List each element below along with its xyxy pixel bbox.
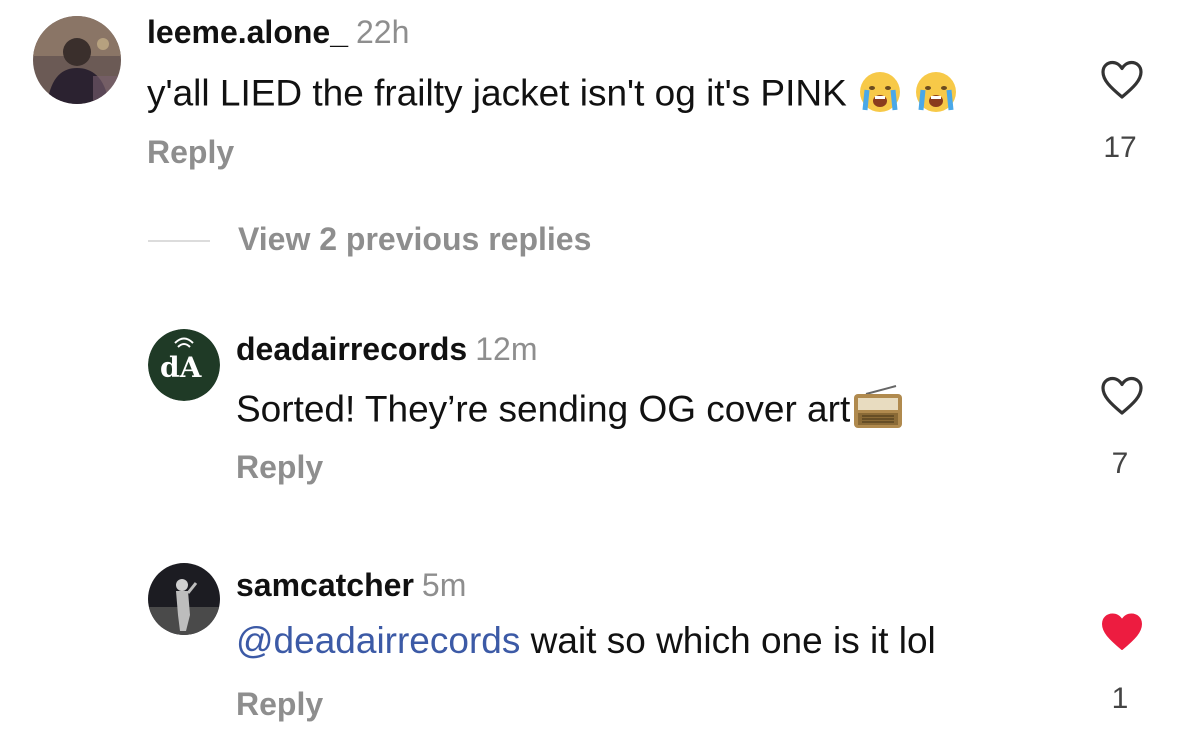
timestamp: 5m [421, 567, 467, 603]
comment-body: wait so which one is it lol [520, 620, 936, 661]
comment-body: y'all LIED the frailty jacket isn't og i… [147, 72, 847, 114]
avatar-photo [33, 16, 121, 104]
reply-button[interactable]: Reply [147, 134, 234, 171]
comment-meta: deadairrecords 12m [236, 331, 537, 368]
like-count: 1 [1111, 682, 1129, 715]
like-count: 17 [1103, 131, 1137, 164]
radio-emoji [852, 384, 904, 439]
mention-link[interactable]: @deadairrecords [236, 620, 520, 661]
comment-text: @deadairrecords wait so which one is it … [236, 620, 936, 662]
comment-text: y'all LIED the frailty jacket isn't og i… [147, 68, 959, 123]
heart-outline-icon[interactable] [1100, 60, 1144, 100]
replies-divider [148, 240, 210, 242]
avatar[interactable]: dA [148, 329, 220, 401]
crying-face-emoji [857, 68, 903, 123]
username[interactable]: samcatcher [236, 567, 414, 603]
avatar[interactable] [33, 16, 121, 104]
view-previous-replies-button[interactable]: View 2 previous replies [238, 221, 591, 258]
comment-meta: leeme.alone_ 22h [147, 14, 409, 51]
avatar[interactable] [148, 563, 220, 635]
avatar-logo-text: dA [160, 351, 203, 384]
crying-face-emoji [913, 68, 959, 123]
reply-button[interactable]: Reply [236, 449, 323, 486]
timestamp: 12m [475, 331, 538, 367]
timestamp: 22h [356, 14, 410, 50]
avatar-photo [148, 563, 220, 635]
heart-outline-icon[interactable] [1100, 376, 1144, 416]
username[interactable]: deadairrecords [236, 331, 467, 367]
deadair-logo: dA [148, 329, 220, 401]
username[interactable]: leeme.alone_ [147, 14, 348, 50]
comment-body: Sorted! They’re sending OG cover art [236, 388, 851, 430]
reply-button[interactable]: Reply [236, 686, 323, 723]
heart-filled-icon[interactable] [1100, 612, 1144, 652]
comment-text: Sorted! They’re sending OG cover art [236, 384, 904, 439]
comment-meta: samcatcher 5m [236, 567, 466, 604]
like-count: 7 [1111, 447, 1129, 480]
